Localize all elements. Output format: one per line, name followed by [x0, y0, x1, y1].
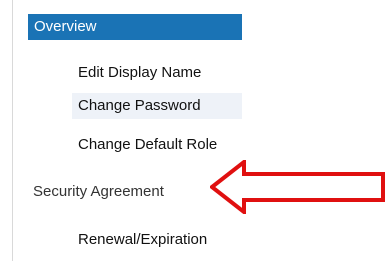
nav-header-overview[interactable]: Overview: [28, 14, 242, 40]
left-divider: [12, 0, 13, 261]
nav-item-label: Edit Display Name: [78, 64, 202, 81]
nav-item-security-agreement[interactable]: Security Agreement: [33, 179, 164, 205]
nav-item-change-password[interactable]: Change Password: [72, 93, 242, 119]
nav-item-renewal-expiration[interactable]: Renewal/Expiration: [78, 227, 207, 253]
nav-item-label: Change Default Role: [78, 136, 218, 153]
nav-item-change-default-role[interactable]: Change Default Role: [78, 132, 217, 158]
nav-item-label: Renewal/Expiration: [78, 231, 208, 248]
nav-item-label: Security Agreement: [33, 183, 164, 200]
nav-header-label: Overview: [34, 18, 97, 35]
nav-item-edit-display-name[interactable]: Edit Display Name: [78, 60, 201, 86]
nav-item-label: Change Password: [78, 97, 201, 114]
red-arrow-icon: [210, 160, 385, 214]
